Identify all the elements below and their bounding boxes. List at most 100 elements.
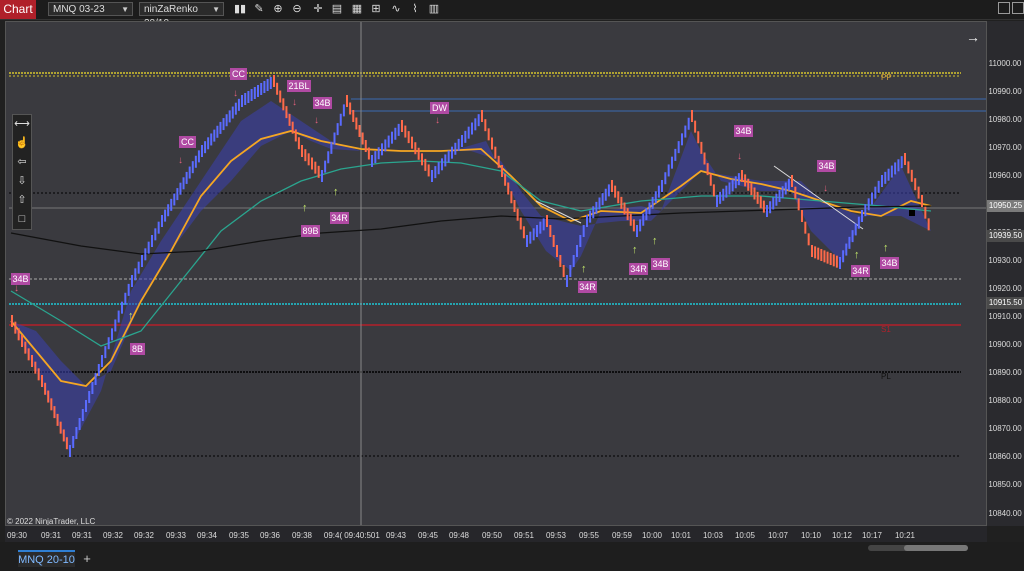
renko-bar xyxy=(921,195,923,207)
renko-bar xyxy=(88,391,91,403)
data-box-icon[interactable]: ▥ xyxy=(427,2,441,16)
hand-tool-icon[interactable]: ☝ xyxy=(13,134,31,153)
zoom-out-icon[interactable]: ⊖ xyxy=(290,2,304,16)
renko-bar xyxy=(421,153,423,166)
renko-bar xyxy=(407,131,410,144)
renko-bar xyxy=(414,142,417,155)
renko-bar xyxy=(244,93,247,105)
crosshair-icon[interactable]: ✛ xyxy=(311,2,325,16)
renko-bar xyxy=(797,198,800,211)
renko-bar xyxy=(766,205,768,217)
renko-bar xyxy=(121,301,123,314)
time-tick-label: 09:30 xyxy=(7,531,28,540)
renko-bar xyxy=(887,168,890,181)
renko-bar xyxy=(464,130,467,143)
svg-text:34B: 34B xyxy=(881,258,897,268)
line-tool-icon[interactable]: ⟷ xyxy=(13,115,31,134)
renko-bar xyxy=(387,135,390,148)
strategies-icon[interactable]: ▦ xyxy=(350,2,364,16)
renko-bar xyxy=(611,180,613,192)
draw-tools-panel: ⟷ ☝ ⇦ ⇩ ⇧ □ xyxy=(12,114,32,230)
price-tick-label: 10990.00 xyxy=(988,87,1022,96)
arrow-down-tool-icon[interactable]: ⇩ xyxy=(13,172,31,191)
renko-bar xyxy=(546,215,548,227)
renko-bar xyxy=(317,165,320,178)
renko-bar xyxy=(539,221,542,234)
tab-mnq[interactable]: MNQ 20-10 xyxy=(18,550,75,567)
down-arrow-icon: ↓ xyxy=(435,115,440,126)
renko-bar xyxy=(241,95,243,107)
renko-bar xyxy=(358,125,361,137)
renko-bar xyxy=(311,157,313,170)
renko-bar xyxy=(582,225,585,237)
properties-icon[interactable]: ▤ xyxy=(330,2,344,16)
arrow-up-tool-icon[interactable]: ⇧ xyxy=(13,191,31,210)
instrument-selector[interactable]: MNQ 03-23 ▼ xyxy=(48,2,133,16)
chart-menu-button[interactable]: Chart xyxy=(0,0,36,19)
renko-bar xyxy=(17,328,20,341)
down-arrow-icon: ↓ xyxy=(233,88,238,99)
price-tick-label: 10930.00 xyxy=(988,256,1022,265)
renko-bar xyxy=(706,163,709,176)
renko-bar xyxy=(691,110,693,122)
renko-bar xyxy=(623,202,626,215)
renko-bar xyxy=(454,142,457,155)
indicators-icon[interactable]: ⊞ xyxy=(369,2,383,16)
chart-style-icon[interactable]: ⌇ xyxy=(408,2,422,16)
renko-bar xyxy=(614,185,617,198)
renko-bar xyxy=(556,245,558,257)
renko-bar xyxy=(801,210,803,222)
renko-bar xyxy=(191,161,194,174)
renko-bar xyxy=(897,159,900,172)
chart-panel[interactable]: ↓ ↓ ↓ ↓ ↓ ↓ ↓ ↓ ↑ ↑ ↑ ↑ ↑ ↑ ↑ ↑ CC CC 21… xyxy=(5,21,987,526)
svg-text:21BL: 21BL xyxy=(288,81,309,91)
renko-bar xyxy=(654,191,657,204)
scrollbar-thumb[interactable] xyxy=(904,545,968,551)
renko-bar xyxy=(461,135,463,147)
renko-bar xyxy=(451,146,453,159)
renko-bar xyxy=(185,171,188,184)
renko-bar xyxy=(471,122,473,135)
signal-label-89b: 89B xyxy=(301,225,320,237)
svg-text:DW: DW xyxy=(432,103,447,113)
templates-icon[interactable]: ∿ xyxy=(389,2,403,16)
renko-bar xyxy=(81,409,84,421)
zoom-in-icon[interactable]: ⊕ xyxy=(271,2,285,16)
renko-bar xyxy=(161,215,163,227)
time-axis[interactable]: 09:30 09:31 09:31 09:32 09:32 09:33 09:34 09:35… xyxy=(5,526,987,542)
fast-ma-line xyxy=(10,130,932,387)
renko-bar xyxy=(867,198,870,211)
renko-bar xyxy=(884,171,887,184)
ray-tool-icon[interactable]: ⇦ xyxy=(13,153,31,172)
renko-bar xyxy=(361,132,364,145)
renko-bar xyxy=(14,321,17,334)
renko-bar xyxy=(97,364,100,376)
chevron-down-icon: ▼ xyxy=(121,5,129,14)
renko-bar xyxy=(257,85,259,97)
renko-bar xyxy=(700,141,703,154)
minimize-button[interactable] xyxy=(998,2,1010,14)
maximize-button[interactable] xyxy=(1012,2,1024,14)
bar-type-selector[interactable]: ninZaRenko 20/10 ▼ xyxy=(139,2,224,29)
pencil-icon[interactable]: ✎ xyxy=(252,2,266,16)
price-axis[interactable]: 11000.00 10990.00 10980.00 10970.00 10960.00… xyxy=(987,21,1024,526)
add-tab-button[interactable]: + xyxy=(80,550,94,567)
renko-bar xyxy=(839,257,841,269)
renko-bar xyxy=(194,155,197,168)
renko-bar xyxy=(725,185,728,198)
rectangle-tool-icon[interactable]: □ xyxy=(13,210,31,229)
renko-bar xyxy=(75,427,78,439)
price-tick-label: 10910.00 xyxy=(988,312,1022,321)
renko-bar xyxy=(85,400,87,412)
time-tick-label: 09:48 xyxy=(449,531,470,540)
renko-bar xyxy=(491,137,493,150)
renko-bar xyxy=(642,213,645,226)
up-arrow-icon: ↑ xyxy=(128,310,134,322)
renko-bar xyxy=(542,218,545,231)
renko-bar xyxy=(176,188,179,201)
bar-type-icon[interactable]: ▮▮ xyxy=(233,2,247,16)
renko-bar xyxy=(703,152,706,165)
svg-text:34B: 34B xyxy=(735,126,751,136)
time-tick-label: 10:00 xyxy=(642,531,663,540)
renko-bar xyxy=(814,246,817,259)
